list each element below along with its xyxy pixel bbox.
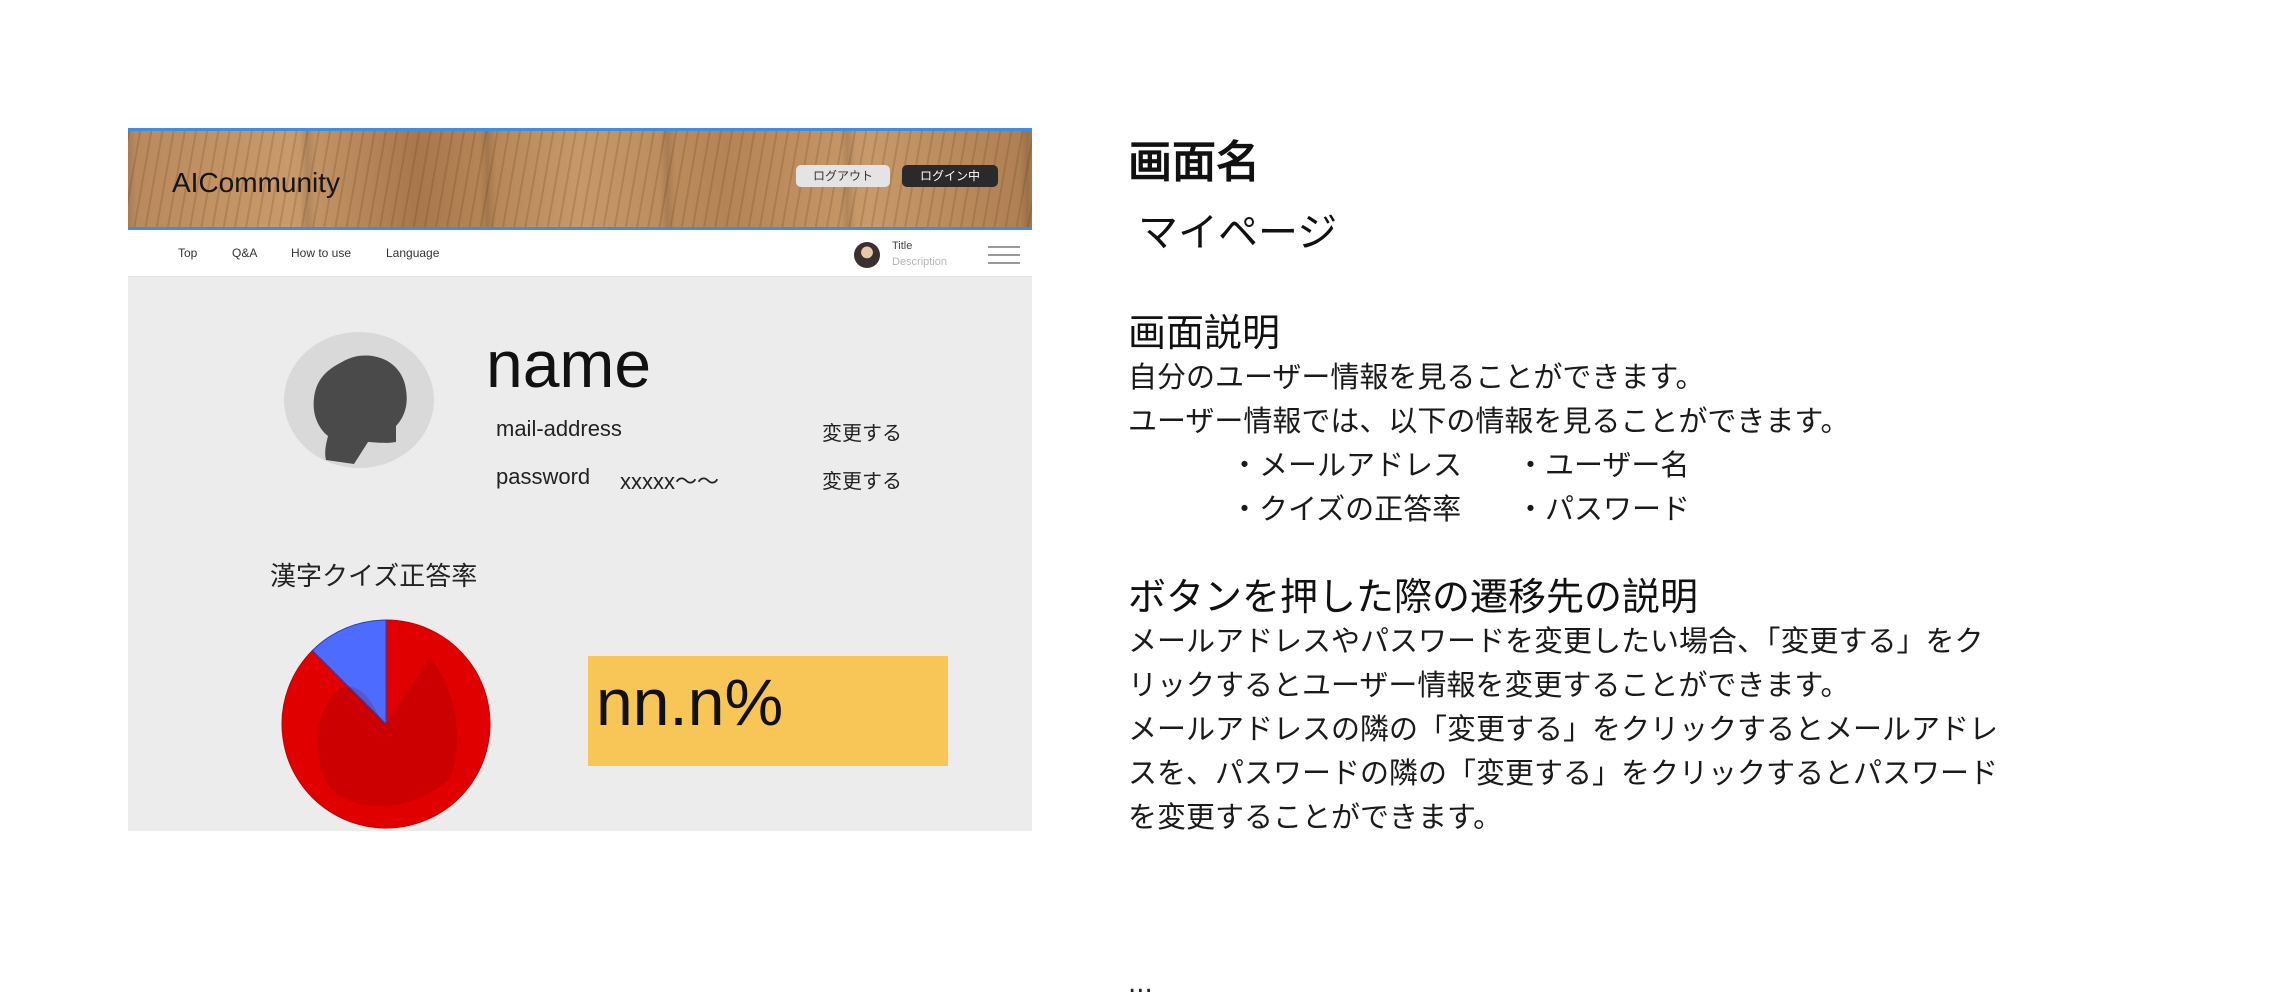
bullet-item: ・パスワード [1516,492,1691,526]
navigation-line: リックするとユーザー情報を変更することができます。 [1128,668,1850,702]
description-line: ユーザー情報では、以下の情報を見ることができます。 [1128,404,1850,438]
quiz-rate-pie-chart [281,619,491,829]
bullet-item: ・ユーザー名 [1516,448,1690,482]
nav-bar: Top Q&A How to use Language Title Descri… [128,230,1032,277]
bullet-item: ・クイズの正答率 [1230,492,1462,526]
navigation-line: メールアドレスの隣の「変更する」をクリックするとメールアドレ [1128,712,1999,746]
bullet-item: ・メールアドレス [1230,448,1463,482]
quiz-rate-value: nn.n% [596,665,784,739]
nav-item-top[interactable]: Top [178,246,197,260]
navigation-heading: ボタンを押した際の遷移先の説明 [1128,575,1699,619]
header-banner: AICommunity ログアウト ログイン中 [128,128,1032,230]
change-mail-button[interactable]: 変更する [822,417,902,446]
user-avatar-icon[interactable] [854,242,880,268]
more-ellipsis: ... [1128,969,1153,999]
login-status-button[interactable]: ログイン中 [902,165,998,187]
change-password-button[interactable]: 変更する [822,465,902,494]
user-card-title: Title [892,240,913,252]
quiz-rate-box: nn.n% [588,656,948,766]
navigation-line: スを、パスワードの隣の「変更する」をクリックするとパスワード [1128,756,1999,790]
navigation-line: メールアドレスやパスワードを変更したい場合、「変更する」をク [1128,624,1984,658]
profile-avatar-icon [284,332,434,468]
nav-item-language[interactable]: Language [386,246,439,260]
quiz-rate-title: 漢字クイズ正答率 [270,562,478,592]
logout-button[interactable]: ログアウト [796,165,890,187]
user-card-description: Description [892,256,948,268]
site-logo[interactable]: AICommunity [172,167,340,199]
menu-icon[interactable] [988,244,1020,266]
password-value: xxxxx〜〜 [620,469,720,494]
navigation-line: を変更することができます。 [1128,800,1503,834]
profile-name: name [486,327,652,401]
nav-item-how-to-use[interactable]: How to use [291,246,351,260]
description-line: 自分のユーザー情報を見ることができます。 [1128,360,1705,394]
mypage-mockup: AICommunity ログアウト ログイン中 Top Q&A How to u… [128,128,1032,831]
mail-address-label: mail-address [496,416,622,441]
password-label: password [496,464,591,489]
screen-name: マイページ [1138,210,1338,256]
nav-item-qa[interactable]: Q&A [232,246,257,260]
screen-name-heading: 画面名 [1128,137,1260,188]
description-heading: 画面説明 [1128,311,1281,355]
